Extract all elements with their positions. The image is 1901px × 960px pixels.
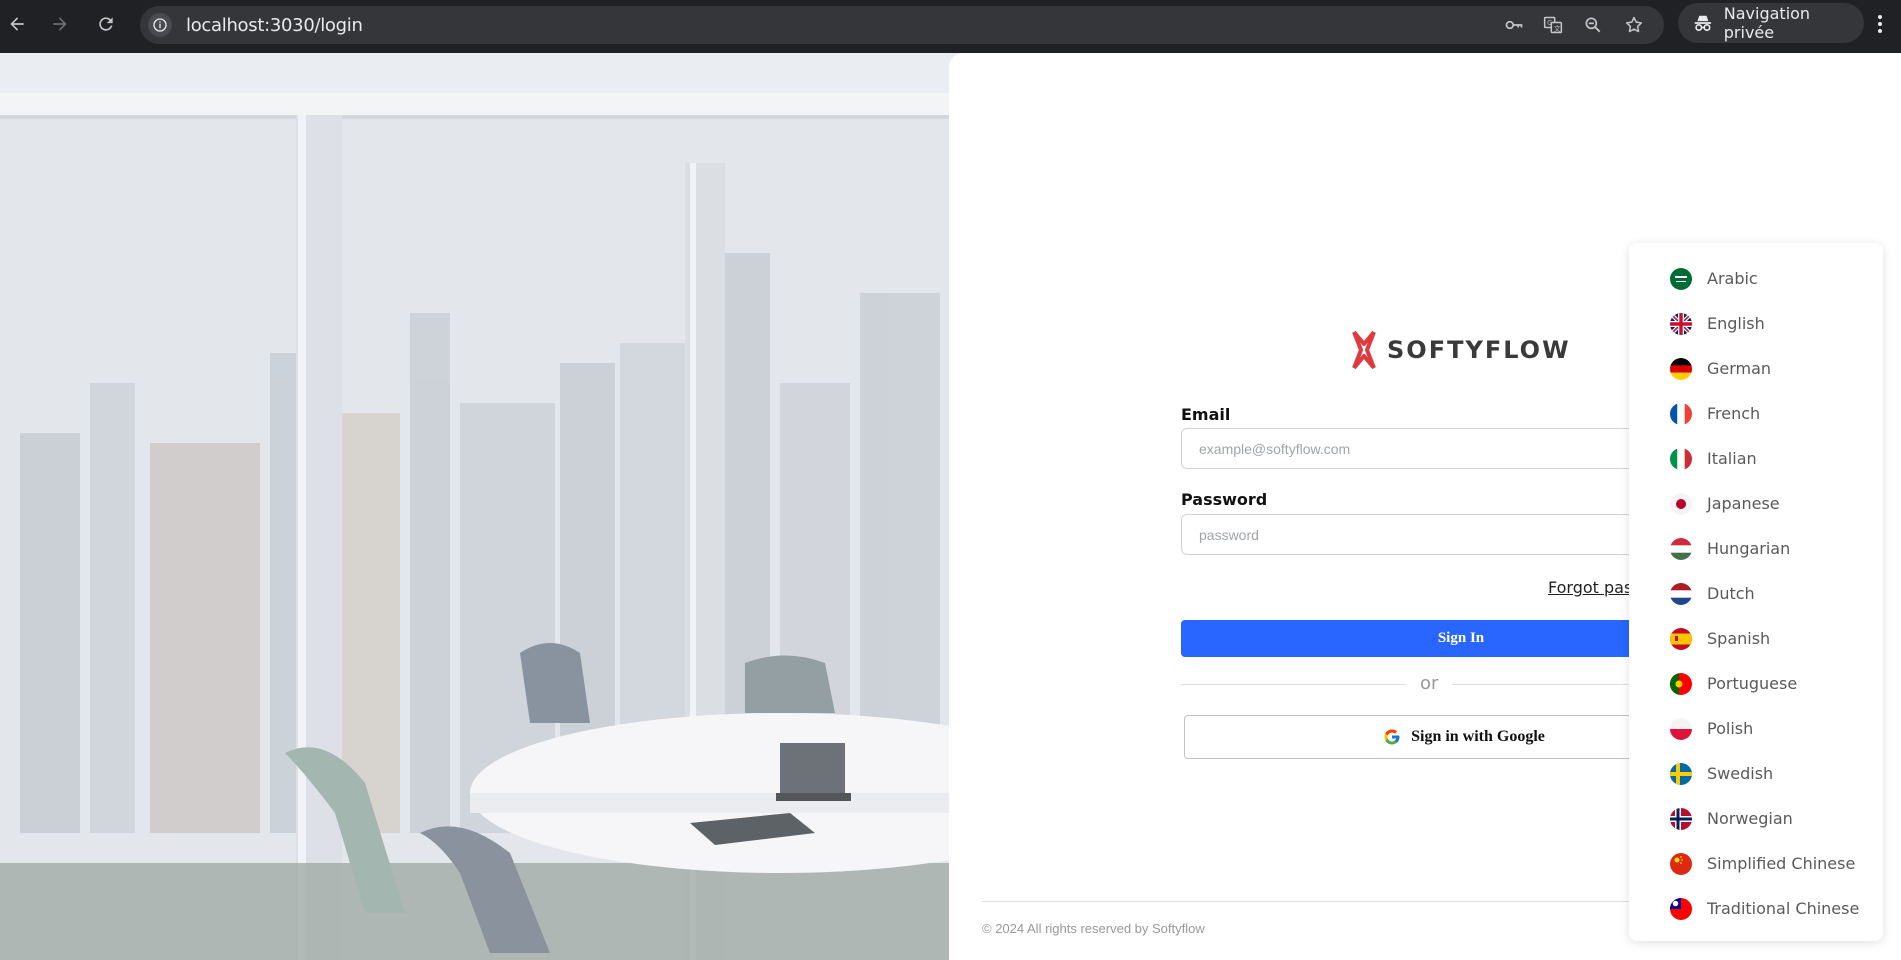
address-bar[interactable]: localhost:3030/login G文	[140, 6, 1664, 44]
language-option-traditional-chinese[interactable]: Traditional Chinese	[1629, 886, 1883, 931]
language-label: Norwegian	[1707, 809, 1793, 828]
incognito-icon	[1694, 15, 1712, 32]
softyflow-mark-icon	[1352, 330, 1376, 370]
taiwan-flag-icon	[1670, 897, 1692, 920]
japan-flag-icon	[1670, 492, 1692, 515]
language-option-japanese[interactable]: Japanese	[1629, 481, 1883, 526]
reload-button[interactable]	[90, 8, 122, 40]
private-browsing-badge[interactable]: Navigation privée	[1678, 3, 1864, 43]
germany-flag-icon	[1670, 357, 1692, 380]
key-icon[interactable]	[1502, 13, 1526, 37]
password-label: Password	[1181, 490, 1268, 509]
language-label: Portuguese	[1707, 674, 1798, 693]
language-label: Polish	[1707, 719, 1754, 738]
email-label: Email	[1181, 405, 1231, 424]
portugal-flag-icon	[1670, 672, 1692, 695]
saudi-flag-icon	[1670, 267, 1692, 290]
language-option-polish[interactable]: Polish	[1629, 706, 1883, 751]
language-label: Traditional Chinese	[1707, 899, 1860, 918]
google-sign-in-label: Sign in with Google	[1411, 728, 1545, 745]
language-option-norwegian[interactable]: Norwegian	[1629, 796, 1883, 841]
language-label: Simplified Chinese	[1707, 854, 1856, 873]
language-label: Japanese	[1707, 494, 1780, 513]
softyflow-logo: SOFTYFLOW	[1351, 330, 1571, 370]
language-label: English	[1707, 314, 1765, 333]
hungary-flag-icon	[1670, 537, 1692, 560]
language-option-simplified-chinese[interactable]: Simplified Chinese	[1629, 841, 1883, 886]
reload-icon	[99, 17, 113, 31]
language-label: Dutch	[1707, 584, 1755, 603]
language-label: German	[1707, 359, 1772, 378]
france-flag-icon	[1670, 402, 1692, 425]
svg-text:文: 文	[1554, 24, 1561, 33]
sweden-flag-icon	[1670, 762, 1692, 785]
language-label: French	[1707, 404, 1761, 423]
italy-flag-icon	[1670, 447, 1692, 470]
language-option-german[interactable]: German	[1629, 346, 1883, 391]
google-icon	[1384, 729, 1400, 745]
arrow-right-icon	[53, 17, 67, 31]
svg-text:G: G	[1547, 19, 1552, 27]
star-icon[interactable]	[1622, 13, 1646, 37]
divider-left	[1181, 684, 1406, 685]
netherlands-flag-icon	[1670, 582, 1692, 605]
forgot-password-link[interactable]: Forgot pass	[1548, 578, 1641, 597]
language-option-spanish[interactable]: Spanish	[1629, 616, 1883, 661]
language-label: Spanish	[1707, 629, 1771, 648]
language-option-hungarian[interactable]: Hungarian	[1629, 526, 1883, 571]
language-option-french[interactable]: French	[1629, 391, 1883, 436]
translate-icon[interactable]: G文	[1541, 13, 1565, 37]
url-text: localhost:3030/login	[186, 15, 363, 36]
office-background-image	[0, 53, 950, 960]
language-label: Swedish	[1707, 764, 1774, 783]
language-label: Arabic	[1707, 269, 1758, 288]
browser-toolbar: localhost:3030/login G文 Navigation privé…	[0, 0, 1901, 53]
language-option-portuguese[interactable]: Portuguese	[1629, 661, 1883, 706]
poland-flag-icon	[1670, 717, 1692, 740]
or-separator: or	[1420, 673, 1439, 694]
norway-flag-icon	[1670, 807, 1692, 830]
back-button[interactable]	[1, 8, 33, 40]
language-label: Italian	[1707, 449, 1757, 468]
brand-name: SOFTYFLOW	[1387, 336, 1571, 364]
language-option-arabic[interactable]: Arabic	[1629, 256, 1883, 301]
page: SOFTYFLOW Email Password Forgot pass Sig…	[0, 53, 1901, 960]
china-flag-icon	[1670, 852, 1692, 875]
private-label: Navigation privée	[1723, 4, 1811, 42]
copyright-text: © 2024 All rights reserved by Softyflow	[982, 921, 1205, 936]
arrow-left-icon	[10, 17, 24, 31]
language-option-swedish[interactable]: Swedish	[1629, 751, 1883, 796]
browser-menu-icon[interactable]	[1870, 12, 1890, 36]
language-label: Hungarian	[1707, 539, 1791, 558]
language-option-dutch[interactable]: Dutch	[1629, 571, 1883, 616]
language-dropdown: Arabic English German French Italian Jap…	[1629, 243, 1883, 941]
site-info-icon[interactable]	[148, 13, 172, 37]
language-option-english[interactable]: English	[1629, 301, 1883, 346]
forward-button[interactable]	[44, 8, 76, 40]
uk-flag-icon	[1670, 312, 1692, 335]
language-option-italian[interactable]: Italian	[1629, 436, 1883, 481]
zoom-icon[interactable]	[1581, 13, 1605, 37]
spain-flag-icon	[1670, 627, 1692, 650]
